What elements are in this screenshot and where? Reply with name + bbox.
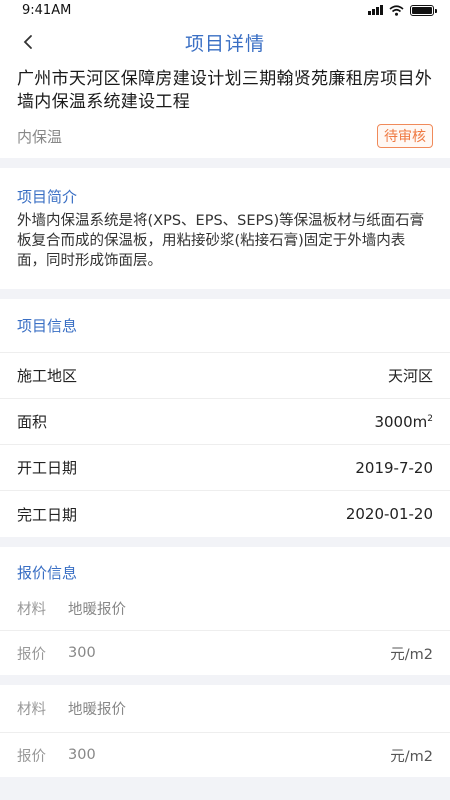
status-bar: 9:41AM — [0, 0, 450, 20]
intro-title: 项目简介 — [17, 188, 78, 206]
info-label: 开工日期 — [17, 459, 78, 477]
quote-price-label: 报价 — [17, 646, 46, 663]
project-meta: 内保温 待审核 — [17, 124, 433, 148]
page-title: 项目详情 — [184, 32, 265, 55]
info-row-size: 面积 3000m2 — [0, 399, 450, 445]
quote-material-label: 材料 — [17, 702, 46, 718]
intro-section: 项目简介 外墙内保温系统是将(XPS、EPS、SEPS)等保温板材与纸面石膏板复… — [0, 168, 450, 289]
info-header: 项目信息 — [0, 299, 450, 353]
info-value-wrap: 3000m2 — [374, 413, 433, 431]
info-label: 施工地区 — [17, 367, 78, 385]
quote-header: 报价信息 — [0, 547, 450, 587]
nav-bar: 项目详情 — [0, 20, 450, 64]
quote-price-value: 300 — [68, 645, 96, 661]
quote-material-value: 地暖报价 — [68, 602, 126, 618]
quote-price-unit: 元/m2 — [390, 646, 433, 663]
info-value-sup: 2 — [427, 413, 433, 424]
quote-material-label: 材料 — [17, 602, 46, 618]
signal-icon — [368, 5, 383, 15]
quote-section: 报价信息 材料 地暖报价 报价 300 元/m2 — [0, 547, 450, 675]
wifi-icon — [389, 4, 404, 16]
status-icons — [368, 4, 437, 16]
battery-icon — [410, 4, 437, 16]
quote-title: 报价信息 — [17, 564, 78, 582]
quote-price-row: 报价 300 元/m2 — [0, 733, 450, 777]
quote-material-row: 材料 地暖报价 — [0, 587, 450, 631]
quote-material-value: 地暖报价 — [68, 702, 126, 718]
quote-card: 材料 地暖报价 报价 300 元/m2 — [0, 685, 450, 777]
info-value: 2020-01-20 — [345, 505, 433, 523]
back-button[interactable] — [14, 28, 42, 56]
info-section: 项目信息 施工地区 天河区 面积 3000m2 开工日期 2019-7-20 完… — [0, 299, 450, 537]
info-row-end: 完工日期 2020-01-20 — [0, 491, 450, 537]
info-value: 3000m — [374, 412, 428, 431]
info-label: 完工日期 — [17, 505, 78, 524]
status-time: 9:41AM — [22, 2, 72, 18]
info-label: 面积 — [17, 413, 48, 431]
info-value: 2019-7-20 — [355, 458, 433, 477]
info-title: 项目信息 — [17, 317, 78, 335]
quote-price-row: 报价 300 元/m2 — [0, 631, 450, 675]
info-row-area: 施工地区 天河区 — [0, 353, 450, 399]
status-badge: 待审核 — [377, 124, 433, 148]
chevron-left-icon — [23, 35, 32, 49]
info-row-start: 开工日期 2019-7-20 — [0, 445, 450, 491]
project-header: 广州市天河区保障房建设计划三期翰贤苑廉租房项目外墙内保温系统建设工程 内保温 待… — [0, 64, 450, 158]
quote-price-label: 报价 — [17, 748, 46, 765]
project-title: 广州市天河区保障房建设计划三期翰贤苑廉租房项目外墙内保温系统建设工程 — [17, 69, 433, 112]
project-type: 内保温 — [17, 127, 63, 146]
intro-text: 外墙内保温系统是将(XPS、EPS、SEPS)等保温板材与纸面石膏板复合而成的保… — [17, 213, 425, 269]
quote-price-value: 300 — [68, 747, 96, 763]
info-value: 天河区 — [387, 367, 433, 385]
quote-price-unit: 元/m2 — [390, 748, 433, 765]
quote-material-row: 材料 地暖报价 — [0, 685, 450, 733]
